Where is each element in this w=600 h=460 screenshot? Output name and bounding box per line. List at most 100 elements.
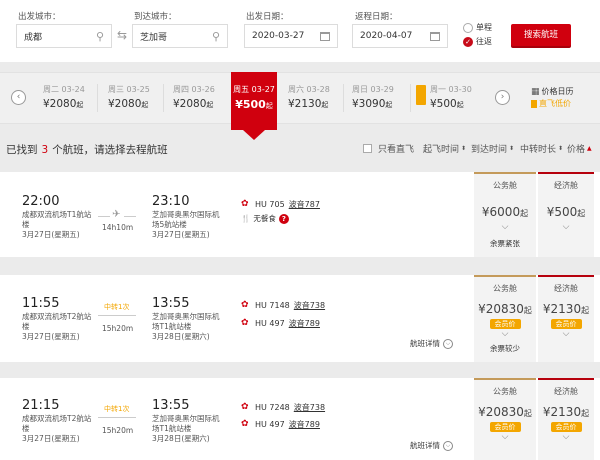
- depart-airport: 成都双流机场T2航站楼: [22, 414, 92, 433]
- aircraft-type-link[interactable]: 波音738: [294, 300, 325, 311]
- from-city-field[interactable]: 成都 ⚲: [16, 24, 112, 48]
- aircraft-type-link[interactable]: 波音789: [289, 318, 320, 329]
- to-label: 到达城市：: [134, 12, 177, 22]
- date-item[interactable]: 周二 03-24 ¥2080起: [43, 72, 93, 124]
- cabin-label: 经济舱: [554, 284, 578, 293]
- flight-number: HU 497: [255, 420, 285, 429]
- cabin-label: 经济舱: [554, 181, 578, 190]
- meal-info: 🍴 无餐食 ?: [241, 213, 289, 224]
- direct-flight-icon: [531, 99, 537, 108]
- radio-unchecked-icon: [463, 22, 473, 33]
- direct-low-price-link[interactable]: 直飞低价: [531, 98, 571, 109]
- price-unit: 起: [520, 209, 529, 218]
- arrive-date: 3月28日(星期六): [152, 434, 210, 443]
- date-item[interactable]: 周四 03-26 ¥2080起: [173, 72, 223, 124]
- location-pin-icon: ⚲: [211, 29, 220, 43]
- divider: [163, 84, 164, 112]
- date-item[interactable]: 周一 03-30 ¥500起: [430, 72, 480, 124]
- cabin-price: ¥2130: [542, 405, 582, 419]
- economy-class-cell[interactable]: 经济舱 ¥2130起 会员价 ⌵: [538, 275, 594, 362]
- direct-only-filter[interactable]: 只看直飞: [363, 142, 414, 155]
- sort-transfer-time[interactable]: 中转时长 ⬍: [520, 142, 563, 155]
- sort-transfer-label: 中转时长: [520, 145, 557, 155]
- date-item[interactable]: 周六 03-28 ¥2130起: [288, 72, 338, 124]
- depart-date: 3月27日(星期五): [22, 332, 80, 341]
- member-price-badge: 会员价: [489, 422, 521, 432]
- next-dates-button[interactable]: ›: [495, 90, 510, 105]
- flight-number: HU 497: [255, 319, 285, 328]
- date-item[interactable]: 周日 03-29 ¥3090起: [352, 72, 402, 124]
- cabin-label: 公务舱: [493, 284, 517, 293]
- chevron-down-circle-icon: ⌵: [443, 338, 453, 349]
- depart-date-field[interactable]: 2020-03-27: [244, 24, 338, 48]
- price-calendar-link[interactable]: ▦ 价格日历: [531, 86, 574, 97]
- hainan-airlines-logo-icon: ✿: [241, 318, 249, 328]
- price-unit: 起: [206, 101, 214, 109]
- prev-dates-button[interactable]: ‹: [11, 90, 26, 105]
- chevron-down-icon: ⌵: [501, 222, 509, 232]
- route-line: [98, 216, 110, 217]
- flight-details-link[interactable]: 航班详情 ⌵: [410, 338, 453, 349]
- price-unit: 起: [577, 209, 586, 218]
- flight-duration: 14h10m: [102, 223, 134, 232]
- aircraft-type-link[interactable]: 波音789: [289, 419, 320, 430]
- cutlery-icon: 🍴: [241, 214, 251, 223]
- flight-details-link[interactable]: 航班详情 ⌵: [410, 440, 453, 451]
- price-unit: 起: [385, 101, 393, 109]
- to-city-field[interactable]: 芝加哥 ⚲: [132, 24, 228, 48]
- cabin-price: ¥500: [546, 205, 578, 219]
- search-flights-button[interactable]: 搜索航班: [511, 24, 571, 46]
- date-item-date: 周一 03-30: [430, 85, 472, 94]
- flight-number: HU 705: [255, 200, 285, 209]
- cabin-label: 经济舱: [554, 387, 578, 396]
- depart-time: 11:55: [22, 296, 60, 311]
- calendar-icon: ▦: [531, 86, 540, 97]
- business-class-cell[interactable]: 公务舱 ¥6000起 ⌵ 余票紧张: [474, 172, 536, 257]
- date-item-date: 周日 03-29: [352, 85, 394, 94]
- cabin-price: ¥6000: [481, 205, 521, 219]
- arrive-time: 23:10: [152, 194, 190, 209]
- selected-date-pointer: [243, 130, 265, 140]
- chevron-down-circle-icon: ⌵: [443, 440, 453, 451]
- return-date-field[interactable]: 2020-04-07: [352, 24, 448, 48]
- aircraft-type-link[interactable]: 波音738: [294, 402, 325, 413]
- flight-segment: ✿ HU 7248 波音738: [241, 402, 325, 413]
- sort-arrive-time[interactable]: 到达时间 ⬍: [471, 142, 514, 155]
- cabin-label: 公务舱: [493, 387, 517, 396]
- date-item-price: ¥2080: [43, 98, 77, 110]
- chevron-down-icon: ⌵: [562, 329, 570, 339]
- round-trip-radio[interactable]: ✓ 往返: [463, 36, 492, 47]
- transfer-count: 中转1次: [104, 405, 130, 413]
- price-unit: 起: [141, 101, 149, 109]
- depart-date: 3月27日(星期五): [22, 434, 80, 443]
- price-unit: 起: [523, 409, 532, 418]
- arrive-airport: 芝加哥奥黑尔国际机场T1航站楼: [152, 414, 220, 433]
- route-line: [98, 417, 136, 418]
- price-unit: 起: [581, 409, 590, 418]
- swap-cities-icon[interactable]: ⇆: [117, 29, 127, 41]
- flight-segment: ✿ HU 497 波音789: [241, 318, 320, 329]
- business-class-cell[interactable]: 公务舱 ¥20830起 会员价 ⌵: [474, 378, 536, 460]
- help-icon[interactable]: ?: [278, 213, 289, 224]
- economy-class-cell[interactable]: 经济舱 ¥2130起 会员价 ⌵: [538, 378, 594, 460]
- sort-depart-time[interactable]: 起飞时间 ⬍: [423, 142, 466, 155]
- date-item-date: 周二 03-24: [43, 85, 85, 94]
- checkbox-icon: [363, 144, 372, 153]
- chevron-down-icon: ⌵: [562, 222, 570, 232]
- flight-number: HU 7248: [255, 403, 290, 412]
- date-item-selected[interactable]: 周五 03-27 ¥500起: [231, 72, 277, 130]
- one-way-radio[interactable]: 单程: [463, 22, 492, 33]
- from-label: 出发城市：: [18, 12, 61, 22]
- date-item[interactable]: 周三 03-25 ¥2080起: [108, 72, 158, 124]
- hainan-airlines-logo-icon: ✿: [241, 300, 249, 310]
- aircraft-type-link[interactable]: 波音787: [289, 199, 320, 210]
- sort-price[interactable]: 价格 ▲: [567, 142, 592, 155]
- sort-arrow-up-icon: ▲: [587, 145, 592, 152]
- date-item-price: ¥2080: [108, 98, 142, 110]
- economy-class-cell[interactable]: 经济舱 ¥500起 ⌵: [538, 172, 594, 257]
- depart-airport: 成都双流机场T1航站楼: [22, 210, 92, 229]
- return-date-value: 2020-04-07: [360, 31, 413, 41]
- flight-details-label: 航班详情: [410, 441, 440, 450]
- business-class-cell[interactable]: 公务舱 ¥20830起 会员价 ⌵ 余票较少: [474, 275, 536, 362]
- date-item-price: ¥500: [235, 98, 266, 111]
